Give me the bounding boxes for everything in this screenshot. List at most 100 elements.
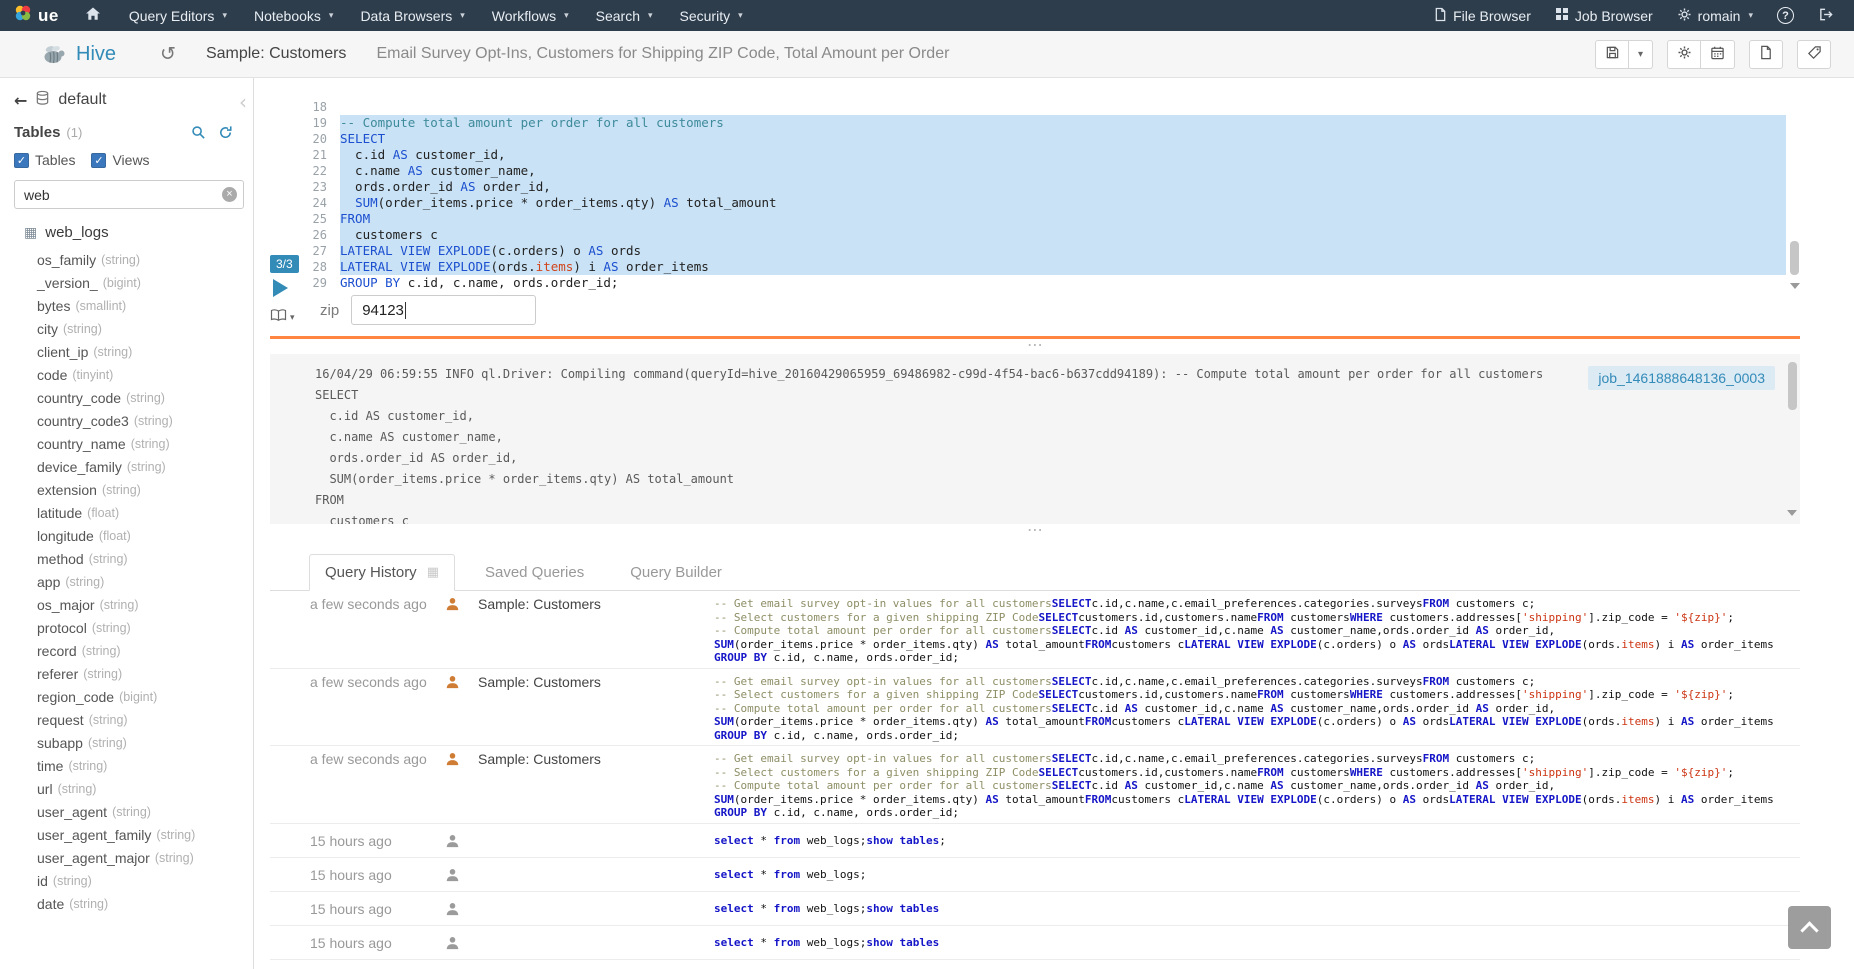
schedule-button[interactable]: [1701, 40, 1735, 69]
history-row[interactable]: 15 hours agoselect * from web_logs;: [270, 858, 1800, 892]
result-count-badge[interactable]: 3/3: [270, 255, 299, 273]
column-item-client-ip[interactable]: client_ip(string): [14, 340, 253, 363]
nav-menu-notebooks[interactable]: Notebooks▾: [254, 8, 333, 24]
editor-line[interactable]: 22 c.name AS customer_name,: [270, 163, 1786, 179]
column-item-protocol[interactable]: protocol(string): [14, 616, 253, 639]
nav-menu-query-editors[interactable]: Query Editors▾: [129, 8, 227, 24]
columns-icon[interactable]: ▦: [427, 565, 439, 580]
scrollbar-thumb[interactable]: [1790, 241, 1799, 275]
home-button[interactable]: [85, 6, 101, 26]
column-item-country-code[interactable]: country_code(string): [14, 386, 253, 409]
file-browser-link[interactable]: File Browser: [1434, 7, 1531, 25]
tables-checkbox[interactable]: ✓: [14, 153, 29, 168]
column-item-app[interactable]: app(string): [14, 570, 253, 593]
job-browser-link[interactable]: Job Browser: [1555, 7, 1653, 24]
user-menu[interactable]: romain ▾: [1677, 7, 1753, 25]
save-dropdown-button[interactable]: ▾: [1629, 40, 1653, 69]
logout-button[interactable]: [1818, 7, 1834, 25]
column-item-user-agent-major[interactable]: user_agent_major(string): [14, 846, 253, 869]
clear-search-button[interactable]: ×: [222, 187, 237, 202]
nav-menu-data-browsers[interactable]: Data Browsers▾: [360, 8, 464, 24]
database-name[interactable]: default: [58, 91, 106, 109]
docs-panel-toggle[interactable]: ▾: [270, 308, 295, 327]
zip-input[interactable]: 94123: [351, 295, 536, 325]
tab-saved-queries[interactable]: Saved Queries: [469, 554, 600, 591]
nav-menu-workflows[interactable]: Workflows▾: [492, 8, 569, 24]
resize-handle-bottom[interactable]: ⋯: [270, 526, 1800, 536]
column-item--version-[interactable]: _version_(bigint): [14, 271, 253, 294]
editor-line[interactable]: 26 customers c: [270, 227, 1786, 243]
column-item-bytes[interactable]: bytes(smallint): [14, 294, 253, 317]
column-item-id[interactable]: id(string): [14, 869, 253, 892]
search-icon[interactable]: [191, 125, 206, 140]
resize-handle-top[interactable]: ⋯: [270, 341, 1800, 351]
settings-button[interactable]: [1667, 40, 1701, 69]
scroll-down-arrow-icon[interactable]: [1790, 283, 1800, 289]
collapse-sidebar-icon[interactable]: ‹: [239, 92, 247, 112]
job-link[interactable]: job_1461888648136_0003: [1588, 366, 1775, 390]
editor-line[interactable]: 28LATERAL VIEW EXPLODE(ords.items) i AS …: [270, 259, 1786, 275]
column-item-code[interactable]: code(tinyint): [14, 363, 253, 386]
log-scrollbar[interactable]: [1786, 360, 1797, 518]
column-item-country-name[interactable]: country_name(string): [14, 432, 253, 455]
editor-line[interactable]: 20SELECT: [270, 131, 1786, 147]
column-item-longitude[interactable]: longitude(float): [14, 524, 253, 547]
back-arrow-icon[interactable]: ←: [14, 91, 27, 110]
editor-line[interactable]: 18: [270, 99, 1786, 115]
column-item-user-agent[interactable]: user_agent(string): [14, 800, 253, 823]
history-row[interactable]: a few seconds agoSample: Customers-- Get…: [270, 591, 1800, 669]
column-item-referer[interactable]: referer(string): [14, 662, 253, 685]
app-name[interactable]: Hive: [76, 43, 116, 66]
history-row[interactable]: 15 hours agoselect * from web_logs;show …: [270, 824, 1800, 858]
query-history-icon[interactable]: ↺: [160, 43, 176, 65]
history-row[interactable]: 15 hours agoselect * from web_logs;show …: [270, 926, 1800, 960]
table-search-input[interactable]: [14, 180, 244, 209]
history-row[interactable]: 15 hours agoselect * from web_logs;show …: [270, 892, 1800, 926]
editor-line[interactable]: 24 SUM(order_items.price * order_items.q…: [270, 195, 1786, 211]
editor-line[interactable]: 19-- Compute total amount per order for …: [270, 115, 1786, 131]
column-item-city[interactable]: city(string): [14, 317, 253, 340]
nav-menu-security[interactable]: Security▾: [680, 8, 743, 24]
new-query-button[interactable]: [1749, 40, 1783, 69]
column-item-latitude[interactable]: latitude(float): [14, 501, 253, 524]
column-item-method[interactable]: method(string): [14, 547, 253, 570]
editor-line[interactable]: 23 ords.order_id AS order_id,: [270, 179, 1786, 195]
nav-menu-search[interactable]: Search▾: [596, 8, 653, 24]
editor-line[interactable]: 25FROM: [270, 211, 1786, 227]
column-item-user-agent-family[interactable]: user_agent_family(string): [14, 823, 253, 846]
help-button[interactable]: ?: [1777, 7, 1794, 24]
history-row[interactable]: a few seconds agoSample: Customers-- Get…: [270, 746, 1800, 824]
refresh-icon[interactable]: [218, 125, 233, 140]
column-item-subapp[interactable]: subapp(string): [14, 731, 253, 754]
tab-query-builder[interactable]: Query Builder: [614, 554, 738, 591]
history-row[interactable]: 15 hours agoselect * from web_logs;show …: [270, 960, 1800, 969]
column-item-time[interactable]: time(string): [14, 754, 253, 777]
editor-line[interactable]: 21 c.id AS customer_id,: [270, 147, 1786, 163]
history-row[interactable]: a few seconds agoSample: Customers-- Get…: [270, 669, 1800, 747]
hue-logo[interactable]: ue: [14, 4, 59, 27]
scroll-to-top-button[interactable]: [1788, 906, 1831, 949]
save-button[interactable]: [1595, 40, 1629, 69]
editor-line[interactable]: 27LATERAL VIEW EXPLODE(c.orders) o AS or…: [270, 243, 1786, 259]
views-checkbox[interactable]: ✓: [91, 153, 106, 168]
column-item-region-code[interactable]: region_code(bigint): [14, 685, 253, 708]
column-item-request[interactable]: request(string): [14, 708, 253, 731]
scroll-down-arrow-icon[interactable]: [1787, 510, 1797, 516]
column-item-device-family[interactable]: device_family(string): [14, 455, 253, 478]
column-item-url[interactable]: url(string): [14, 777, 253, 800]
tab-query-history[interactable]: Query History▦: [309, 554, 455, 591]
column-item-country-code3[interactable]: country_code3(string): [14, 409, 253, 432]
column-item-os-family[interactable]: os_family(string): [14, 248, 253, 271]
editor-scrollbar[interactable]: [1789, 99, 1800, 291]
column-item-record[interactable]: record(string): [14, 639, 253, 662]
code-editor[interactable]: 1819-- Compute total amount per order fo…: [270, 99, 1800, 291]
tags-button[interactable]: [1797, 40, 1831, 69]
table-item-web-logs[interactable]: ▦ web_logs: [14, 224, 253, 241]
column-item-date[interactable]: date(string): [14, 892, 253, 915]
column-item-os-major[interactable]: os_major(string): [14, 593, 253, 616]
execute-button[interactable]: [273, 279, 288, 297]
column-item-extension[interactable]: extension(string): [14, 478, 253, 501]
scrollbar-thumb[interactable]: [1788, 362, 1797, 410]
editor-line[interactable]: 29GROUP BY c.id, c.name, ords.order_id;: [270, 275, 1786, 291]
hive-logo-icon[interactable]: [42, 43, 68, 65]
